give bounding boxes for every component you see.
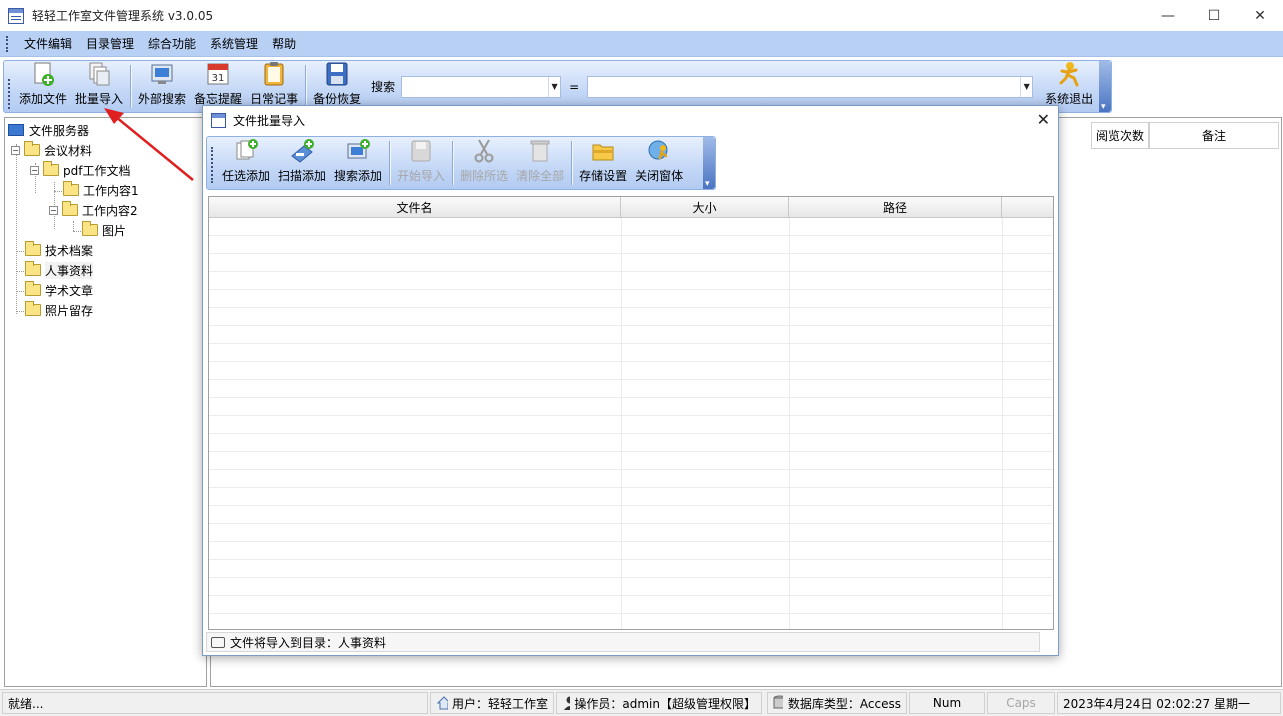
app-icon [211, 112, 226, 128]
clear-all-label: 清除全部 [516, 169, 565, 183]
grid-row[interactable] [209, 236, 1053, 254]
grid-row[interactable] [209, 524, 1053, 542]
start-import-label: 开始导入 [397, 169, 446, 183]
grid-row[interactable] [209, 578, 1053, 596]
toolbar-separator [452, 141, 454, 185]
grid-row[interactable] [209, 542, 1053, 560]
recycle-bin-icon [528, 138, 552, 164]
dialog-title: 文件批量导入 [233, 113, 306, 128]
status-user-text: 用户：轻轻工作室 [451, 696, 548, 711]
grid-row[interactable] [209, 272, 1053, 290]
grid-row[interactable] [209, 596, 1053, 614]
grid-row[interactable] [209, 218, 1053, 236]
grid-row[interactable] [209, 560, 1053, 578]
scan-add-label: 扫描添加 [278, 169, 327, 183]
add-files-icon [234, 138, 258, 164]
dialog-toolbar: 任选添加 扫描添加 搜索添加 开始导入 删除所选 清除全部 存储设置 关闭窗体 … [206, 136, 716, 190]
column-header-size[interactable]: 大小 [621, 197, 789, 217]
toolbar-overflow-icon[interactable] [703, 137, 715, 189]
close-window-label: 关闭窗体 [635, 169, 684, 183]
pick-add-button[interactable]: 任选添加 [218, 137, 274, 189]
grid-row[interactable] [209, 452, 1053, 470]
scanner-icon [290, 138, 315, 164]
grid-row[interactable] [209, 416, 1053, 434]
grid-row[interactable] [209, 362, 1053, 380]
grid-row[interactable] [209, 254, 1053, 272]
delete-selected-button[interactable]: 删除所选 [456, 137, 512, 189]
search-add-label: 搜索添加 [334, 169, 383, 183]
storage-settings-label: 存储设置 [579, 169, 628, 183]
status-num: Num [909, 692, 985, 714]
database-icon [773, 695, 783, 709]
grid-row[interactable] [209, 614, 1053, 629]
home-icon [436, 696, 448, 710]
grid-row[interactable] [209, 434, 1053, 452]
status-datetime: 2023年4月24日 02:02:27 星期一 [1057, 692, 1281, 714]
grid-row[interactable] [209, 380, 1053, 398]
floppy-icon [409, 138, 433, 164]
dialog-status-text: 文件将导入到目录：人事资料 [230, 635, 387, 650]
search-add-icon [346, 138, 371, 164]
status-ready: 就绪... [2, 692, 428, 714]
delete-selected-label: 删除所选 [460, 169, 509, 183]
folder-settings-icon [591, 138, 615, 164]
storage-settings-button[interactable]: 存储设置 [575, 137, 631, 189]
pick-add-label: 任选添加 [222, 169, 271, 183]
dialog-status-bar: 文件将导入到目录：人事资料 [206, 632, 1040, 652]
start-import-button[interactable]: 开始导入 [393, 137, 449, 189]
batch-import-dialog: 文件批量导入 ✕ 任选添加 扫描添加 搜索添加 开始导入 删除所选 清除全部 存… [202, 105, 1059, 656]
grid-row[interactable] [209, 308, 1053, 326]
column-header-filename[interactable]: 文件名 [209, 197, 621, 217]
grid-row[interactable] [209, 290, 1053, 308]
grid-row[interactable] [209, 506, 1053, 524]
grid-row[interactable] [209, 344, 1053, 362]
import-file-grid[interactable]: 文件名 大小 路径 [208, 196, 1054, 630]
status-operator: 操作员：admin【超级管理权限】 [556, 692, 762, 714]
toolbar-separator [389, 141, 391, 185]
column-header-path[interactable]: 路径 [789, 197, 1002, 217]
dialog-close-button[interactable]: ✕ [1037, 110, 1050, 129]
toolbar-grip [211, 147, 214, 183]
message-icon [211, 636, 225, 648]
dialog-title-bar: 文件批量导入 ✕ [203, 106, 1058, 134]
status-bar: 就绪... 用户：轻轻工作室 操作员：admin【超级管理权限】 数据库类型：A… [0, 689, 1283, 716]
clear-all-button[interactable]: 清除全部 [512, 137, 568, 189]
grid-header: 文件名 大小 路径 [209, 197, 1053, 218]
toolbar-separator [571, 141, 573, 185]
status-caps: Caps [987, 692, 1055, 714]
search-add-button[interactable]: 搜索添加 [330, 137, 386, 189]
status-db: 数据库类型：Access [767, 692, 907, 714]
grid-row[interactable] [209, 470, 1053, 488]
close-window-button[interactable]: 关闭窗体 [631, 137, 687, 189]
exit-icon [647, 138, 671, 164]
status-user: 用户：轻轻工作室 [430, 692, 554, 714]
status-operator-text: 操作员：admin【超级管理权限】 [574, 696, 756, 711]
status-db-text: 数据库类型：Access [787, 696, 901, 711]
scissors-icon [472, 138, 496, 164]
scan-add-button[interactable]: 扫描添加 [274, 137, 330, 189]
grid-row[interactable] [209, 488, 1053, 506]
user-icon [564, 696, 571, 710]
grid-row[interactable] [209, 326, 1053, 344]
grid-row[interactable] [209, 398, 1053, 416]
